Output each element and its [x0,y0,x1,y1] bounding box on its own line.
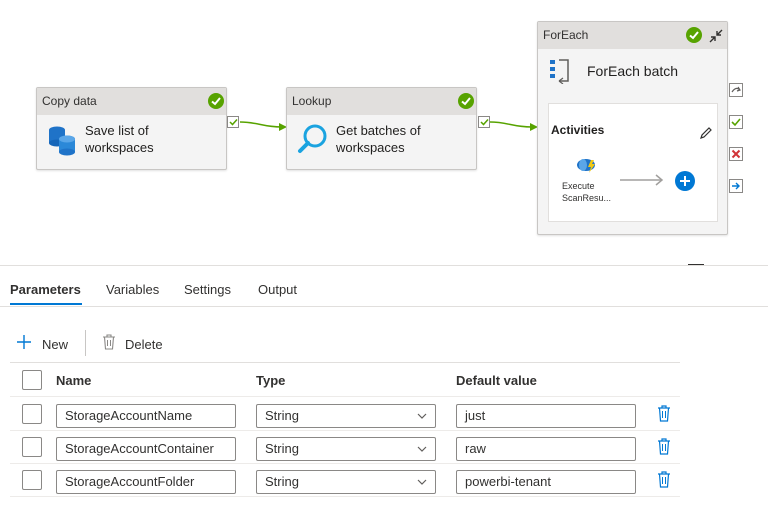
copy-data-activity[interactable]: Copy data Save list of workspaces [36,87,227,170]
toolbar-separator [85,330,86,356]
toolbar-bottom-border [10,362,680,363]
table-row: StorageAccountContainer String raw [0,430,680,463]
active-tab-indicator [10,303,82,305]
parameter-type-value: String [265,474,299,489]
parameter-name-input[interactable]: StorageAccountContainer [56,437,236,461]
execute-pipeline-label-line1: Execute [562,181,595,191]
copy-data-success-port[interactable] [227,116,239,128]
trash-icon [103,334,115,350]
copy-data-name-line2: workspaces [85,140,154,155]
lookup-activity[interactable]: Lookup Get batches of workspaces [286,87,477,170]
delete-row-icon[interactable] [657,438,671,455]
parameter-name-input[interactable]: StorageAccountName [56,404,236,428]
parameter-name-input[interactable]: StorageAccountFolder [56,470,236,494]
lookup-success-port[interactable] [478,116,490,128]
failure-port-icon[interactable] [729,147,743,161]
parameter-type-select[interactable]: String [256,470,436,494]
tabs-separator [0,306,768,307]
row-checkbox[interactable] [22,437,42,457]
copy-data-name-line1: Save list of [85,123,149,138]
success-check-icon [458,93,474,109]
column-header-type: Type [256,373,286,388]
delete-row-icon[interactable] [657,471,671,488]
new-button-label: New [42,337,69,352]
parameter-type-value: String [265,408,299,423]
chevron-down-icon [417,479,427,485]
parameter-default-input[interactable]: raw [456,437,636,461]
row-separator [10,496,680,497]
inner-arrow [620,174,664,186]
pipeline-canvas[interactable]: Copy data Save list of workspaces Lookup… [0,0,768,266]
table-row: StorageAccountName String just [0,397,680,430]
row-checkbox[interactable] [22,404,42,424]
success-port-icon[interactable] [729,115,743,129]
new-button[interactable]: New [16,333,76,355]
plus-icon [17,335,31,349]
parameter-type-value: String [265,441,299,456]
activities-label: Activities [551,123,605,137]
parameter-type-select[interactable]: String [256,437,436,461]
parameter-default-input[interactable]: powerbi-tenant [456,470,636,494]
success-check-icon [208,93,224,109]
parameter-type-select[interactable]: String [256,404,436,428]
foreach-icon [550,59,569,84]
row-checkbox[interactable] [22,470,42,490]
foreach-title: ForEach batch [587,63,679,79]
table-row: StorageAccountFolder String powerbi-tena… [0,463,680,496]
lookup-header: Lookup [287,88,476,115]
tab-output[interactable]: Output [258,282,297,297]
parameter-default-input[interactable]: just [456,404,636,428]
chevron-down-icon [417,446,427,452]
lookup-name-line1: Get batches of [336,123,421,138]
delete-button-label: Delete [125,337,163,352]
pipeline-icon [577,159,595,173]
chevron-down-icon [417,413,427,419]
delete-row-icon[interactable] [657,405,671,422]
column-header-name: Name [56,373,92,388]
edge-lookup-to-foreach [489,121,533,128]
panel-divider[interactable] [0,265,768,266]
pencil-icon[interactable] [699,126,713,140]
foreach-activities-panel[interactable]: Activities Execute ScanResu... [548,103,718,222]
lookup-name-line2: workspaces [336,140,405,155]
success-check-icon [686,27,702,43]
skip-port-icon[interactable] [729,83,743,97]
foreach-activity[interactable]: ForEach ForEach batch Activities Execute… [537,21,728,235]
add-icon[interactable] [675,171,695,191]
tab-parameters[interactable]: Parameters [10,282,81,297]
select-all-checkbox[interactable] [22,370,42,390]
execute-pipeline-label-line2: ScanResu... [562,193,612,203]
tab-variables[interactable]: Variables [106,282,159,297]
edge-copy-to-lookup [239,121,283,128]
column-header-default-value: Default value [456,373,537,388]
copy-data-header: Copy data [37,88,226,115]
database-icon [49,126,75,156]
completion-port-icon[interactable] [729,179,743,193]
tab-settings[interactable]: Settings [184,282,231,297]
collapse-icon[interactable] [708,28,724,44]
delete-button[interactable]: Delete [102,333,172,355]
magnifier-icon [298,124,327,153]
